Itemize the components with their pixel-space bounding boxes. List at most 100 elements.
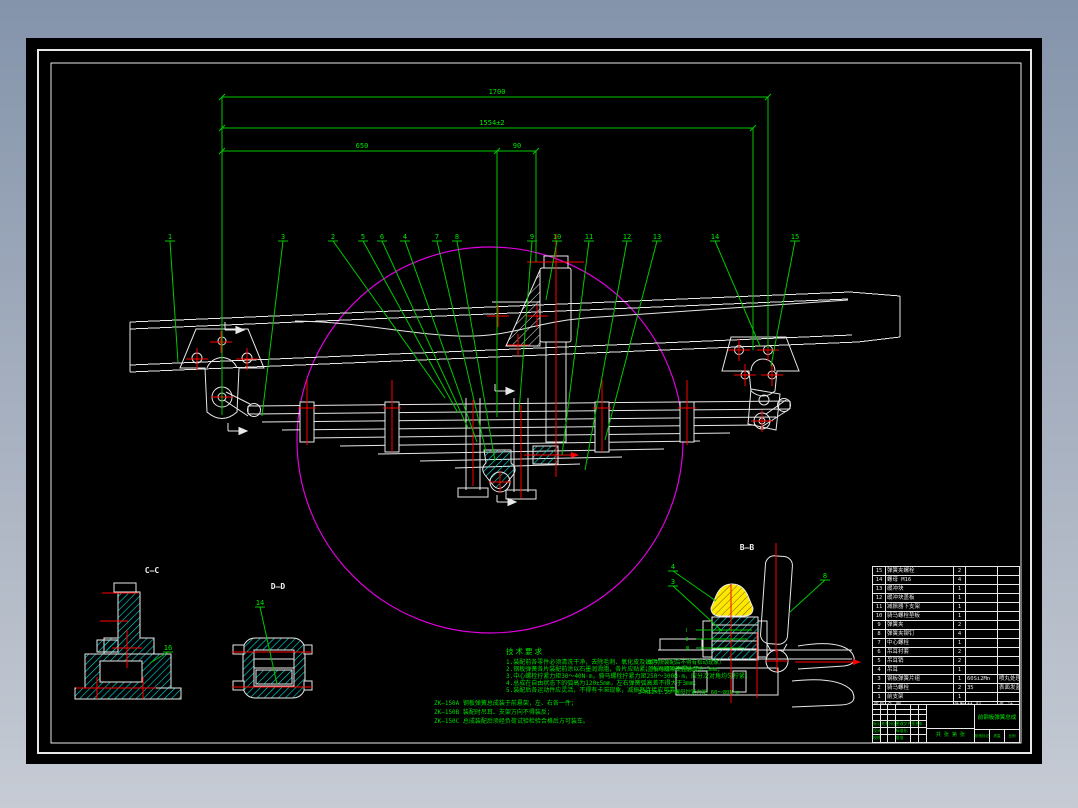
bom-cell	[966, 666, 998, 674]
title-block-cell	[881, 735, 889, 742]
title-block-cell: 标记	[873, 720, 882, 727]
title-block-cell: 签名	[911, 720, 919, 727]
title-block-cell: 更改文件号	[896, 720, 912, 727]
bom-cell: 前支架	[886, 693, 954, 701]
bom-cell	[966, 621, 998, 629]
svg-text:2: 2	[331, 233, 335, 241]
title-block: 标记处数分区更改文件号签名年.月.日设计 标准化校核 批准 共 张 第 张 前钢板弹…	[872, 705, 1020, 743]
bom-cell	[998, 576, 1019, 584]
svg-text:3: 3	[671, 578, 675, 586]
title-block-cell	[911, 735, 919, 742]
title-block-cell	[919, 710, 926, 714]
model-note-line: ZK—150A 钢板弹簧总成装于前悬架，左、右各一件；	[434, 700, 577, 707]
bom-cell: 35	[966, 684, 998, 692]
title-block-row: 设计 标准化	[873, 727, 926, 736]
bom-cell: 1	[954, 612, 966, 620]
title-block-cell	[873, 710, 882, 715]
bom-cell	[966, 594, 998, 602]
title-block-cell	[911, 710, 919, 715]
bom-cell	[998, 585, 1019, 593]
title-block-cell: 处数	[881, 720, 889, 727]
detail-note-line: （盖板与缓冲块应贴合）	[642, 666, 703, 673]
title-block-subheader: 质量	[990, 730, 1005, 742]
bom-cell: 7	[873, 639, 886, 647]
title-block-cell	[919, 715, 926, 719]
title-block-cell	[896, 710, 912, 715]
title-block-row: 校核 批准	[873, 735, 926, 742]
bom-cell: 11	[873, 603, 886, 611]
svg-text:4: 4	[403, 233, 407, 241]
bom-cell: 2	[954, 684, 966, 692]
drawing-title: 前钢板弹簧总成	[977, 715, 1017, 721]
bom-cell: 14	[873, 576, 886, 584]
bom-cell: 3	[873, 675, 886, 683]
bom-cell	[966, 693, 998, 701]
bom-cell: 吊耳	[886, 666, 954, 674]
bom-row: 11 减振器下支架 1	[873, 603, 1019, 612]
title-block-center: 共 张 第 张	[927, 705, 975, 742]
bom-cell: 9	[873, 621, 886, 629]
title-block-cell: 年.月.日	[918, 720, 926, 726]
title-block-cell	[919, 705, 926, 709]
title-block-row: 标记处数分区更改文件号签名年.月.日	[873, 720, 926, 728]
bom-cell: 弹簧夹铆钉	[886, 630, 954, 638]
title-block-cell	[896, 715, 912, 720]
bom-cell: 1	[954, 675, 966, 683]
bom-cell: 5	[873, 657, 886, 665]
bom-cell	[998, 603, 1019, 611]
bom-cell: 1	[954, 603, 966, 611]
title-block-cell	[873, 715, 882, 720]
title-block-cell	[919, 735, 926, 742]
svg-text:Ⅱ: Ⅱ	[686, 637, 688, 643]
bom-cell: 4	[954, 576, 966, 584]
title-block-cell	[911, 715, 919, 720]
section-label: D—D	[271, 582, 286, 591]
bom-row: 6 吊耳衬套 2	[873, 648, 1019, 657]
model-note-line: ZK—150B 装配时吊耳、支架方向不得装反；	[434, 709, 553, 716]
bom-cell: 13	[873, 585, 886, 593]
bom-table: 15 弹簧夹螺栓 2 14 螺母 M16 4 13 缓冲块 1 12 缓冲块盖板 1 11 减振器下支架 1…	[872, 566, 1020, 710]
dimension-label: 1700	[489, 88, 506, 96]
bom-cell: 2	[954, 657, 966, 665]
bom-cell: 12	[873, 594, 886, 602]
bom-cell	[998, 693, 1019, 701]
bom-cell: 6	[873, 648, 886, 656]
title-block-cell	[881, 727, 889, 735]
title-block-cell: 批准	[896, 735, 912, 742]
bom-cell	[998, 630, 1019, 638]
bom-row: 5 吊耳销 2	[873, 657, 1019, 666]
title-block-cell	[888, 715, 896, 720]
bom-cell: 弹簧夹螺栓	[886, 567, 954, 575]
title-block-cell	[919, 728, 926, 735]
title-block-cell: 分区	[888, 720, 896, 727]
svg-text:14: 14	[711, 233, 719, 241]
title-block-cell: 设计	[873, 727, 882, 735]
bom-cell: 减振器下支架	[886, 603, 954, 611]
bom-row: 1 前支架 1	[873, 693, 1019, 701]
dimension-label: 1554±2	[479, 119, 504, 127]
svg-text:13: 13	[653, 233, 661, 241]
svg-text:10: 10	[553, 233, 561, 241]
bom-cell	[966, 567, 998, 575]
bom-row: 4 吊耳 1	[873, 666, 1019, 675]
title-block-cell	[881, 715, 889, 720]
bom-cell	[998, 594, 1019, 602]
title-block-subheaders: 阶段标记 质量 比例	[975, 729, 1019, 742]
svg-text:7: 7	[435, 233, 439, 241]
bom-cell: 螺母 M16	[886, 576, 954, 584]
bom-cell: 2	[954, 648, 966, 656]
bom-cell	[966, 630, 998, 638]
bom-cell	[966, 612, 998, 620]
bom-cell: 1	[954, 585, 966, 593]
detail-note-line: （缓冲块装配后不得有松动现象）	[642, 660, 725, 666]
bom-cell	[966, 603, 998, 611]
title-block-revision-grid: 标记处数分区更改文件号签名年.月.日设计 标准化校核 批准	[873, 705, 927, 742]
title-block-cell: 校核	[873, 735, 882, 742]
bom-cell	[998, 567, 1019, 575]
svg-text:8: 8	[823, 572, 827, 580]
bom-row: 12 缓冲块盖板 1	[873, 594, 1019, 603]
bom-cell: 2	[873, 684, 886, 692]
detail-note-2: 2—M12×1.25 螺母拧紧力矩 60～80N·m	[638, 690, 740, 696]
svg-text:1: 1	[168, 233, 172, 241]
sheet-count: 共 张 第 张	[927, 728, 974, 742]
